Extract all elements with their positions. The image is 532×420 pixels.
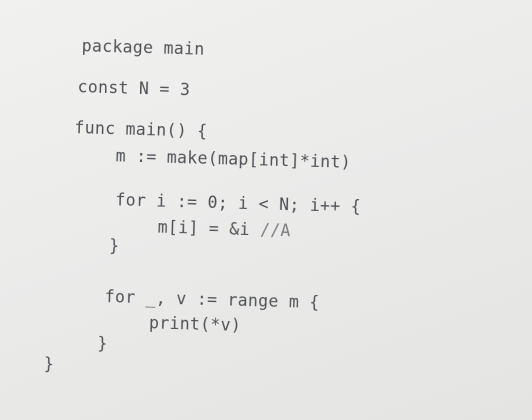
code-line-for-loop: for i := 0; i < N; i++ { [115,190,362,217]
code-comment-a: //A [259,220,291,241]
code-text-assign: m[i] = &i [157,217,251,240]
code-line-make-map: m := make(map[int]*int) [115,146,352,172]
code-line-const: const N = 3 [77,77,191,100]
code-line-func: func main() { [74,118,208,141]
photo-of-slide: package main const N = 3 func main() { m… [0,0,532,420]
code-line-print: print(*v) [148,313,242,335]
code-line-assign: m[i] = &i //A [157,217,291,241]
code-line-close-range: } [97,333,108,354]
code-line-close-for: } [108,236,120,256]
code-line-range-loop: for _, v := range m { [104,287,320,313]
code-line-close-func: } [43,354,55,374]
code-block: package main const N = 3 func main() { m… [0,0,532,420]
code-line-package: package main [81,36,205,59]
